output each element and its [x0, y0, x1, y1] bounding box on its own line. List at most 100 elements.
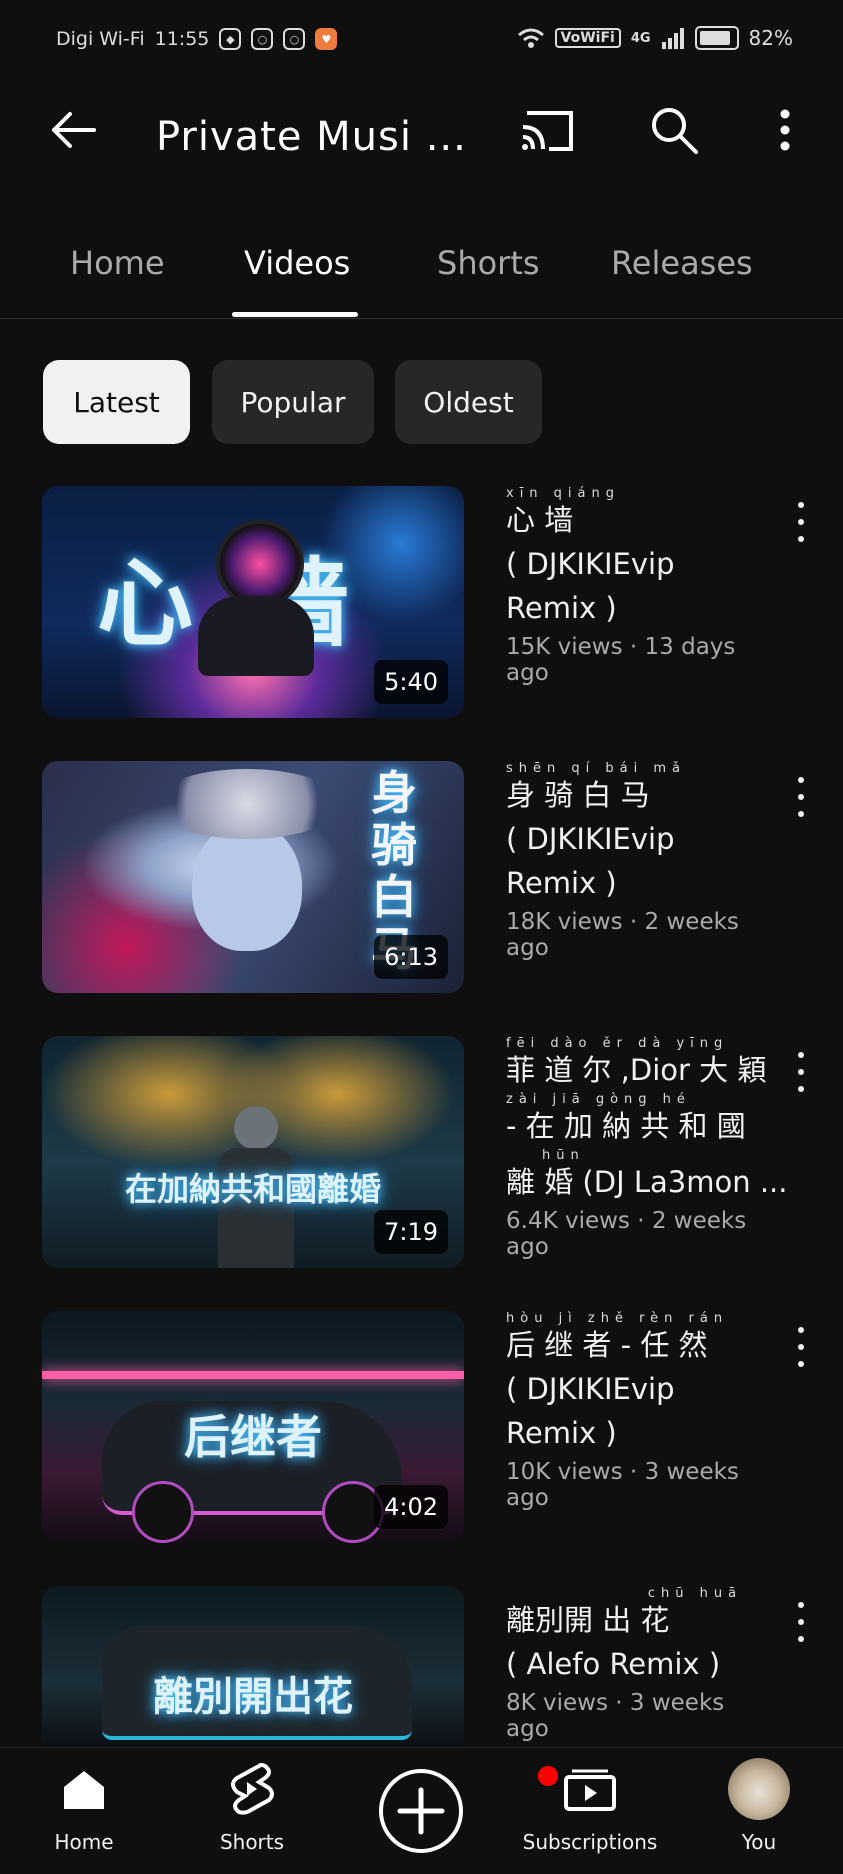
video-more-button[interactable]	[786, 1602, 816, 1642]
video-info: shēn qí bái mǎ 身 骑 白 马 ( DJKIKIEvip Remi…	[506, 761, 768, 961]
video-title-rest: ( DJKIKIEvip Remix )	[506, 547, 675, 625]
dot-icon	[798, 1361, 804, 1367]
battery-icon	[694, 26, 739, 50]
nav-you[interactable]: You	[675, 1748, 843, 1874]
shorts-icon	[231, 1763, 274, 1815]
subscriptions-icon	[564, 1769, 616, 1811]
video-title-cjk: 后 继 者 - 任 然	[506, 1328, 708, 1362]
nav-home[interactable]: Home	[0, 1748, 168, 1874]
portrait-face	[192, 821, 302, 951]
neon-stripe	[42, 1371, 464, 1379]
chip-popular[interactable]: Popular	[212, 360, 374, 444]
video-title-rest: ( DJKIKIEvip Remix )	[506, 1372, 675, 1450]
astronaut-figure	[216, 520, 304, 608]
duration-badge: 4:02	[374, 1485, 448, 1529]
pinyin-annotation: fēi dào ěr dà yīng	[506, 1036, 729, 1051]
chip-oldest[interactable]: Oldest	[395, 360, 542, 444]
video-title-cjk: 身 骑 白 马	[506, 778, 650, 812]
astronaut-figure	[234, 1106, 278, 1150]
video-info: hòu jì zhě rèn rán 后 继 者 - 任 然 ( DJKIKIE…	[506, 1311, 768, 1511]
more-vert-icon	[780, 109, 790, 151]
video-meta: 10K views · 3 weeks ago	[506, 1459, 739, 1511]
dot-icon	[798, 536, 804, 542]
video-item[interactable]: 在加納共和國離婚 7:19 fēi dào ěr dà yīng 菲 道 尔 ,…	[0, 1036, 843, 1276]
tab-home[interactable]: Home	[70, 244, 165, 282]
video-title-rest: 離 婚 (DJ La3mon ...	[506, 1165, 788, 1199]
video-title[interactable]: hòu jì zhě rèn rán 后 继 者 - 任 然 ( DJKIKIE…	[506, 1311, 768, 1455]
more-options-button[interactable]	[749, 94, 821, 166]
back-arrow-icon	[52, 112, 96, 148]
pinyin-annotation: xīn qiáng	[506, 486, 620, 501]
nav-shorts-label: Shorts	[219, 1830, 285, 1854]
dot-icon	[798, 1069, 804, 1075]
video-meta: 15K views · 13 days ago	[506, 634, 736, 686]
dot-icon	[798, 777, 804, 783]
back-button[interactable]	[38, 94, 110, 166]
pinyin-annotation: hòu jì zhě rèn rán	[506, 1311, 729, 1326]
car-wheel	[132, 1481, 194, 1543]
notification-dot	[536, 1764, 560, 1788]
channel-tabs: Home Videos Shorts Releases	[0, 222, 843, 319]
create-plus-icon	[379, 1769, 463, 1853]
video-item[interactable]: 身骑白马 6:13 shēn qí bái mǎ 身 骑 白 马 ( DJKIK…	[0, 761, 843, 1001]
video-thumbnail[interactable]: 心墙 5:40	[42, 486, 464, 718]
dot-icon	[798, 519, 804, 525]
video-title[interactable]: xīn qiáng 心 墙 ( DJKIKIEvip Remix )	[506, 486, 768, 630]
nav-shorts[interactable]: Shorts	[168, 1748, 336, 1874]
video-thumbnail[interactable]: 后继者 4:02	[42, 1311, 464, 1543]
tab-shorts[interactable]: Shorts	[437, 244, 540, 282]
thumbnail-title-art: 離別開出花	[153, 1674, 353, 1720]
battery-percent: 82%	[748, 26, 793, 50]
video-item[interactable]: 心墙 5:40 xīn qiáng 心 墙 ( DJKIKIEvip Remix…	[0, 486, 843, 726]
duration-badge: 7:19	[374, 1210, 448, 1254]
top-app-bar: Private Musi ...	[0, 84, 843, 204]
dot-icon	[798, 502, 804, 508]
signal-icon	[661, 28, 684, 49]
cast-button[interactable]	[511, 94, 583, 166]
video-more-button[interactable]	[786, 777, 816, 817]
video-title-cjk: 菲 道 尔 ,Dior 大 穎	[506, 1053, 767, 1087]
pinyin-annotation-3: hūn	[542, 1148, 585, 1163]
search-icon	[652, 108, 698, 154]
video-title-cjk: 心 墙	[506, 503, 574, 537]
wifi-icon	[517, 28, 544, 48]
video-title[interactable]: chū huā 離別開 出 花 ( Alefo Remix )	[506, 1586, 768, 1686]
carrier-label: Digi Wi-Fi	[56, 28, 145, 50]
video-thumbnail[interactable]: 在加納共和國離婚 7:19	[42, 1036, 464, 1268]
dot-icon	[798, 811, 804, 817]
dot-icon	[798, 1052, 804, 1058]
bottom-navigation: Home Shorts Subscriptions You	[0, 1747, 843, 1874]
nav-create[interactable]	[337, 1748, 505, 1874]
video-thumbnail[interactable]: 身骑白马 6:13	[42, 761, 464, 993]
dot-icon	[798, 1327, 804, 1333]
video-more-button[interactable]	[786, 1327, 816, 1367]
chip-latest[interactable]: Latest	[43, 360, 190, 444]
video-info: chū huā 離別開 出 花 ( Alefo Remix ) 8K views…	[506, 1586, 768, 1742]
active-tab-indicator	[232, 312, 358, 317]
nav-subscriptions-label: Subscriptions	[522, 1830, 658, 1854]
video-item[interactable]: 后继者 4:02 hòu jì zhě rèn rán 后 继 者 - 任 然 …	[0, 1311, 843, 1551]
nav-subscriptions[interactable]: Subscriptions	[506, 1748, 674, 1874]
dot-icon	[798, 1344, 804, 1350]
dot-icon	[798, 1086, 804, 1092]
nav-you-label: You	[741, 1830, 777, 1854]
page-title: Private Musi ...	[156, 114, 467, 160]
cast-icon	[522, 111, 573, 151]
dot-icon	[798, 1619, 804, 1625]
video-more-button[interactable]	[786, 502, 816, 542]
video-title[interactable]: shēn qí bái mǎ 身 骑 白 马 ( DJKIKIEvip Remi…	[506, 761, 768, 905]
video-more-button[interactable]	[786, 1052, 816, 1092]
video-thumbnail[interactable]: 離別開出花	[42, 1586, 464, 1747]
clock: 11:55	[154, 28, 210, 50]
search-button[interactable]	[638, 94, 710, 166]
instagram-icon: ○	[251, 28, 274, 50]
thumbnail-title-art: 后继者	[184, 1410, 322, 1464]
shield-app-icon: ♥	[315, 28, 338, 50]
tab-releases[interactable]: Releases	[611, 244, 753, 282]
tab-videos[interactable]: Videos	[244, 244, 350, 282]
video-info: xīn qiáng 心 墙 ( DJKIKIEvip Remix ) 15K v…	[506, 486, 768, 686]
vowifi-badge: VoWiFi	[554, 28, 621, 48]
video-title[interactable]: fēi dào ěr dà yīng 菲 道 尔 ,Dior 大 穎 zài j…	[506, 1036, 787, 1204]
instagram-icon-2: ○	[283, 28, 306, 50]
video-meta: 18K views · 2 weeks ago	[506, 909, 739, 961]
